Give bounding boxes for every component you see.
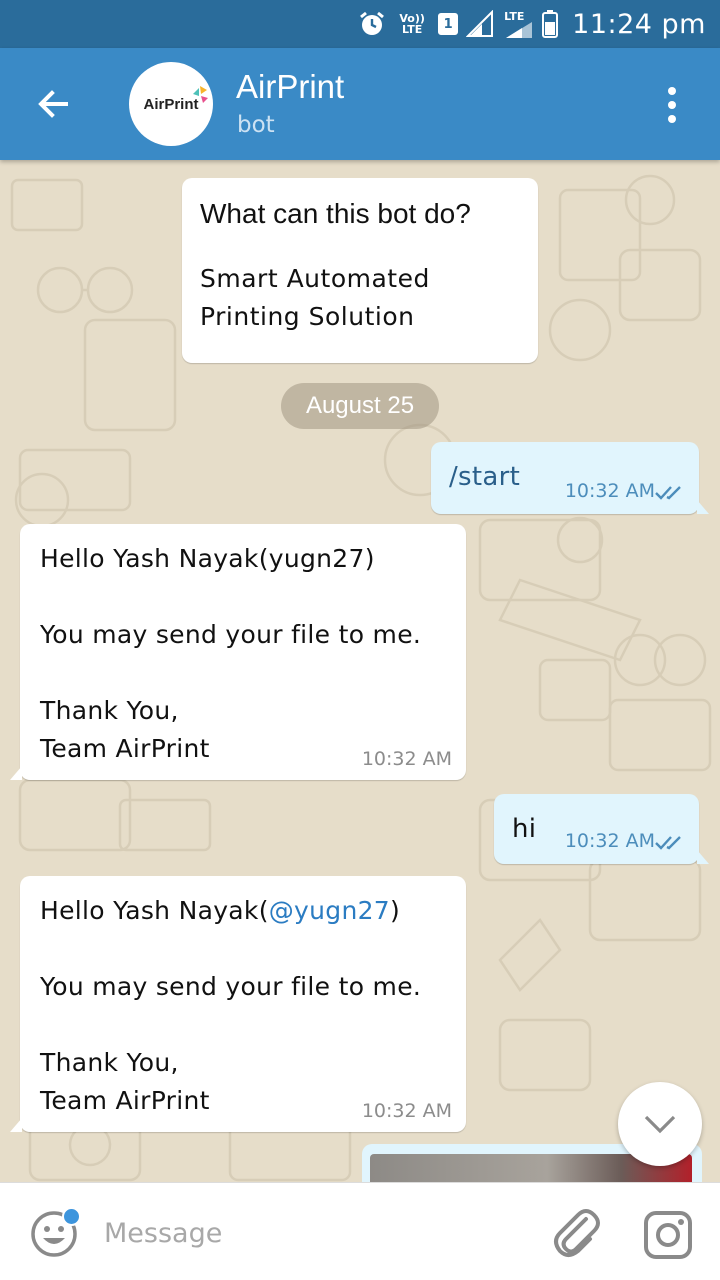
- clock-time: 11:24 pm: [572, 8, 706, 40]
- sim-icon: 1: [438, 13, 459, 35]
- attach-icon[interactable]: [550, 1207, 602, 1263]
- bot-info-description: Smart Automated Printing Solution: [200, 260, 520, 336]
- signal-icon: [466, 10, 496, 38]
- bot-info-line: Printing Solution: [200, 302, 415, 331]
- lte-label: LTE: [504, 9, 525, 23]
- message-line: You may send your file to me.: [40, 620, 422, 649]
- alarm-icon: [358, 10, 386, 38]
- message-list[interactable]: What can this bot do? Smart Automated Pr…: [0, 160, 720, 1182]
- message-line: Hello Yash Nayak(@yugn27): [40, 892, 421, 930]
- logo-triangles-icon: [193, 86, 208, 103]
- bot-info-line: Smart Automated: [200, 264, 430, 293]
- double-check-icon: [655, 836, 681, 850]
- message-line: Hello Yash Nayak(yugn27): [40, 544, 375, 573]
- bubble-tail: [697, 850, 709, 864]
- message-text: Hello Yash Nayak(: [40, 896, 269, 925]
- chevron-down-icon: [644, 1115, 676, 1134]
- user-mention-link[interactable]: @yugn27: [269, 896, 390, 925]
- message-composer: [0, 1182, 720, 1280]
- message-input[interactable]: [104, 1211, 524, 1255]
- chat-header: AirPrint AirPrint bot: [0, 48, 720, 160]
- message-text: /start: [449, 462, 521, 492]
- message-time: 10:32 AM: [564, 480, 655, 502]
- message-text: hi: [512, 814, 537, 844]
- message-line: Thank You,: [40, 696, 179, 725]
- double-check-icon: [655, 486, 681, 500]
- chat-subtitle: bot: [237, 112, 275, 138]
- scroll-down-button[interactable]: [618, 1082, 702, 1166]
- message-line: You may send your file to me.: [40, 972, 422, 1001]
- more-vert-icon[interactable]: [656, 84, 688, 126]
- avatar[interactable]: AirPrint: [129, 62, 213, 146]
- message-outgoing[interactable]: /start 10:32 AM: [431, 442, 709, 514]
- bot-info-title: What can this bot do?: [200, 198, 471, 229]
- date-separator: August 25: [281, 383, 439, 429]
- bubble-tail: [697, 500, 709, 514]
- camera-icon[interactable]: [642, 1209, 694, 1261]
- lte-signal-icon: LTE: [504, 11, 534, 38]
- volte-icon: Vo)) LTE: [399, 12, 425, 36]
- back-arrow-icon[interactable]: [30, 80, 78, 128]
- message-text: ): [390, 896, 401, 925]
- message-time: 10:32 AM: [564, 830, 655, 852]
- bot-info-card: What can this bot do? Smart Automated Pr…: [182, 178, 538, 363]
- message-line: Thank You,: [40, 1048, 179, 1077]
- message-time: 10:32 AM: [361, 748, 452, 770]
- message-time: 10:32 AM: [361, 1100, 452, 1122]
- message-incoming[interactable]: Hello Yash Nayak(yugn27) You may send yo…: [10, 524, 466, 780]
- message-body: Hello Yash Nayak(@yugn27) You may send y…: [40, 892, 421, 1120]
- status-bar: Vo)) LTE 1 LTE 11:24 pm: [0, 0, 720, 48]
- emoji-notification-dot: [62, 1207, 81, 1226]
- bubble-tail: [10, 1118, 22, 1132]
- bubble-tail: [10, 766, 22, 780]
- battery-icon: [542, 10, 559, 38]
- chat-title[interactable]: AirPrint: [236, 68, 344, 106]
- message-body: Hello Yash Nayak(yugn27) You may send yo…: [40, 540, 421, 768]
- message-incoming[interactable]: Hello Yash Nayak(@yugn27) You may send y…: [10, 876, 466, 1132]
- message-outgoing[interactable]: hi 10:32 AM: [494, 794, 709, 864]
